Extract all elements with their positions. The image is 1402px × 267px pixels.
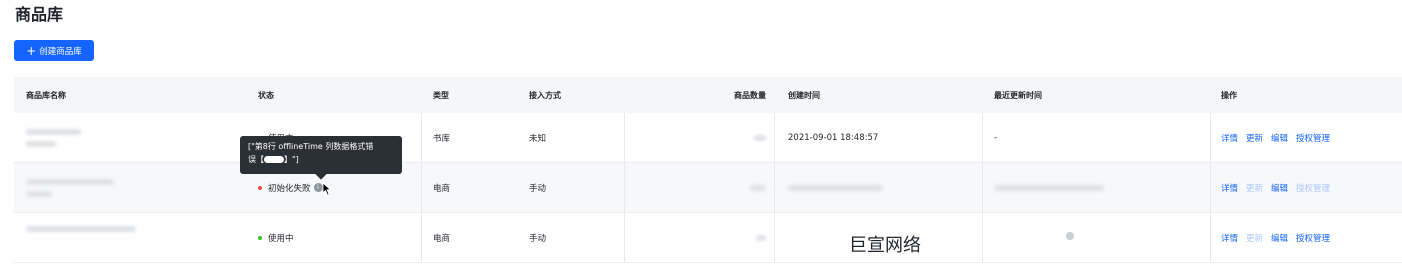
created-cell: 2021-09-01 18:48:57 [788,132,879,143]
update-link[interactable]: 更新 [1246,182,1263,194]
status-dot [258,185,262,190]
library-name [26,213,246,262]
create-product-library-button[interactable]: + 创建商品库 [14,40,94,61]
status-dot [258,235,262,240]
ops-cell: 详情 更新 编辑 授权管理 [1221,163,1401,212]
type-cell: 书库 [433,133,451,144]
table-row: 使用中 电商 手动 详情 更新 编辑 授权管理 [14,213,1402,263]
edit-link[interactable]: 编辑 [1271,232,1288,244]
plus-icon: + [26,43,37,58]
loading-icon [1066,232,1074,240]
type-cell: 电商 [433,233,451,244]
table-header: 商品库名称 状态 类型 接入方式 商品数量 创建时间 最近更新时间 操作 [14,77,1402,113]
auth-manage-link[interactable]: 授权管理 [1296,132,1330,144]
library-name [26,163,246,212]
access-cell: 手动 [529,183,547,194]
detail-link[interactable]: 详情 [1221,182,1238,194]
watermark-text: 巨宣网络 [849,235,921,256]
edit-link[interactable]: 编辑 [1271,132,1288,144]
error-tooltip: ["第8行 offlineTime 列数据格式错 误【 】"] [240,136,402,180]
page-title: 商品库 [15,5,64,24]
tooltip-line-1: ["第8行 offlineTime 列数据格式错 [248,142,374,151]
ops-cell: 详情 更新 编辑 授权管理 [1221,213,1401,262]
detail-link[interactable]: 详情 [1221,232,1238,244]
tooltip-line-2: 误【 】"] [248,155,299,164]
updated-cell [994,163,1214,212]
count-cell [626,113,766,162]
status-text: 初始化失败 [268,183,311,194]
type-cell: 电商 [433,183,451,194]
product-library-table: 商品库名称 状态 类型 接入方式 商品数量 创建时间 最近更新时间 操作 使用中… [14,77,1402,263]
create-button-label: 创建商品库 [39,46,82,57]
access-cell: 未知 [529,133,547,144]
detail-link[interactable]: 详情 [1221,132,1238,144]
count-cell [626,163,766,212]
ops-cell: 详情 更新 编辑 授权管理 [1221,113,1401,162]
col-header-type: 类型 [433,90,449,100]
count-cell [626,213,766,262]
col-header-updated: 最近更新时间 [994,90,1042,100]
updated-cell [994,213,1214,262]
update-link[interactable]: 更新 [1246,132,1263,144]
col-header-access: 接入方式 [529,90,561,100]
col-header-created: 创建时间 [788,90,820,100]
col-header-name: 商品库名称 [26,90,66,100]
col-header-ops: 操作 [1221,90,1237,100]
status-text: 使用中 [268,233,294,244]
library-name [26,113,246,162]
col-header-status: 状态 [258,90,274,100]
update-link[interactable]: 更新 [1246,232,1263,244]
created-cell [788,163,978,212]
access-cell: 手动 [529,233,547,244]
status-cell: 使用中 [258,213,423,262]
auth-manage-link[interactable]: 授权管理 [1296,232,1330,244]
table-row: 使用中 书库 未知 2021-09-01 18:48:57 - 详情 更新 编辑… [14,113,1402,163]
col-header-count: 商品数量 [734,90,766,100]
auth-manage-link[interactable]: 授权管理 [1296,182,1330,194]
edit-link[interactable]: 编辑 [1271,182,1288,194]
table-row: 初始化失败 i 电商 手动 详情 更新 编辑 授权管理 [14,163,1402,213]
updated-cell: - [994,132,998,143]
